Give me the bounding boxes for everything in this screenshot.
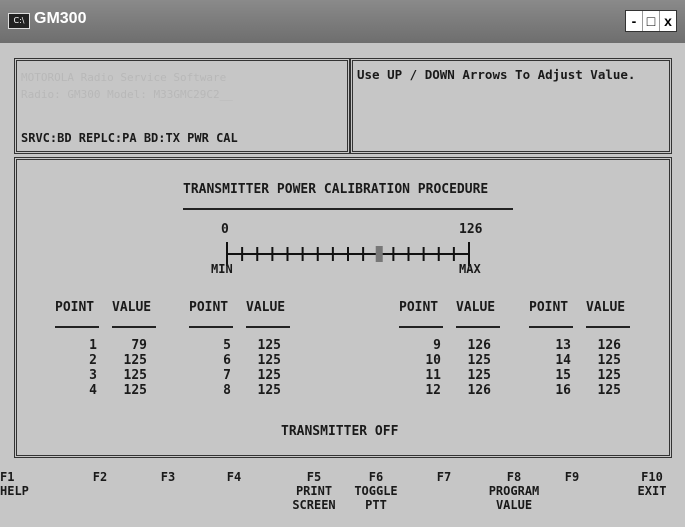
point-value[interactable]: 79 bbox=[107, 338, 147, 353]
fkey-f7[interactable]: F7 bbox=[424, 470, 464, 484]
software-title: MOTOROLA Radio Service Software bbox=[21, 71, 227, 84]
fkey-f10[interactable]: F10 EXIT bbox=[626, 470, 678, 498]
minimize-button[interactable]: - bbox=[626, 11, 643, 31]
service-status: SRVC:BD REPLC:PA BD:TX PWR CAL bbox=[21, 131, 238, 145]
col-header-value: VALUE bbox=[456, 300, 496, 315]
col-header-underline bbox=[55, 326, 99, 328]
window-title: GM300 bbox=[34, 10, 87, 27]
radio-model: Radio: GM300 Model: M33GMC29C2__ bbox=[21, 88, 233, 101]
col-header-underline bbox=[112, 326, 156, 328]
point-number: 10 bbox=[425, 353, 441, 368]
fkey-f6[interactable]: F6 TOGGLE PTT bbox=[346, 470, 406, 512]
maximize-button[interactable]: □ bbox=[643, 11, 660, 31]
fkey-label: HELP bbox=[0, 484, 29, 498]
point-number: 8 bbox=[223, 383, 231, 398]
col-header-point: POINT bbox=[529, 300, 569, 315]
scale-min-label: MIN bbox=[211, 262, 233, 276]
point-value[interactable]: 125 bbox=[241, 338, 281, 353]
point-value[interactable]: 125 bbox=[581, 383, 621, 398]
close-button[interactable]: x bbox=[660, 11, 676, 31]
fkey-key: F8 bbox=[506, 470, 522, 484]
point-value[interactable]: 125 bbox=[451, 353, 491, 368]
col-header-underline bbox=[399, 326, 443, 328]
point-value[interactable]: 125 bbox=[241, 383, 281, 398]
point-value[interactable]: 126 bbox=[451, 338, 491, 353]
point-value[interactable]: 125 bbox=[107, 383, 147, 398]
point-number: 6 bbox=[223, 353, 231, 368]
point-number: 1 bbox=[89, 338, 97, 353]
fkey-key: F9 bbox=[564, 470, 580, 484]
point-number: 4 bbox=[89, 383, 97, 398]
fkey-f4[interactable]: F4 bbox=[214, 470, 254, 484]
calibration-panel: TRANSMITTER POWER CALIBRATION PROCEDURE … bbox=[14, 157, 672, 458]
fkey-f1[interactable]: F1 HELP bbox=[0, 470, 48, 498]
scale-min-value: 0 bbox=[221, 222, 229, 237]
col-header-value: VALUE bbox=[112, 300, 152, 315]
col-header-underline bbox=[246, 326, 290, 328]
fkey-f3[interactable]: F3 bbox=[148, 470, 188, 484]
point-number: 14 bbox=[555, 353, 571, 368]
fkey-key: F2 bbox=[92, 470, 108, 484]
hint-text: Use UP / DOWN Arrows To Adjust Value. bbox=[357, 67, 636, 82]
col-header-value: VALUE bbox=[246, 300, 286, 315]
window-controls: - □ x bbox=[625, 10, 677, 32]
point-value[interactable]: 125 bbox=[581, 353, 621, 368]
col-header-underline bbox=[529, 326, 573, 328]
col-header-point: POINT bbox=[189, 300, 229, 315]
fkey-label: EXIT bbox=[637, 484, 667, 498]
scale-max-value: 126 bbox=[459, 222, 483, 237]
hint-panel: Use UP / DOWN Arrows To Adjust Value. bbox=[350, 58, 672, 154]
fkey-key: F7 bbox=[436, 470, 452, 484]
fkey-f5[interactable]: F5 PRINT SCREEN bbox=[288, 470, 340, 512]
fkey-f9[interactable]: F9 bbox=[552, 470, 592, 484]
point-number: 2 bbox=[89, 353, 97, 368]
fkey-f2[interactable]: F2 bbox=[80, 470, 120, 484]
point-value[interactable]: 126 bbox=[581, 338, 621, 353]
point-value[interactable]: 125 bbox=[581, 368, 621, 383]
point-number: 11 bbox=[425, 368, 441, 383]
console-icon: C:\ bbox=[8, 13, 30, 29]
fkey-label: TOGGLE PTT bbox=[354, 484, 398, 512]
fkey-label: PROGRAM VALUE bbox=[488, 484, 540, 512]
point-number: 3 bbox=[89, 368, 97, 383]
point-number: 12 bbox=[425, 383, 441, 398]
heading-underline bbox=[183, 208, 513, 210]
fkey-key: F4 bbox=[226, 470, 242, 484]
fkey-f8[interactable]: F8 PROGRAM VALUE bbox=[476, 470, 552, 512]
scale-max-label: MAX bbox=[459, 262, 481, 276]
col-header-value: VALUE bbox=[586, 300, 626, 315]
page-title: TRANSMITTER POWER CALIBRATION PROCEDURE bbox=[183, 182, 489, 197]
transmitter-status: TRANSMITTER OFF bbox=[281, 424, 399, 439]
fkey-key: F3 bbox=[160, 470, 176, 484]
col-header-underline bbox=[189, 326, 233, 328]
fkey-label: PRINT SCREEN bbox=[292, 484, 336, 512]
info-panel: MOTOROLA Radio Service Software Radio: G… bbox=[14, 58, 350, 154]
point-number: 5 bbox=[223, 338, 231, 353]
col-header-point: POINT bbox=[399, 300, 439, 315]
point-value[interactable]: 125 bbox=[107, 368, 147, 383]
point-number: 13 bbox=[555, 338, 571, 353]
fkey-key: F6 bbox=[368, 470, 384, 484]
point-number: 15 bbox=[555, 368, 571, 383]
point-value[interactable]: 126 bbox=[451, 383, 491, 398]
col-header-point: POINT bbox=[55, 300, 95, 315]
point-value[interactable]: 125 bbox=[107, 353, 147, 368]
fkey-key: F1 bbox=[0, 470, 15, 484]
point-number: 9 bbox=[433, 338, 441, 353]
col-header-underline bbox=[456, 326, 500, 328]
point-number: 16 bbox=[555, 383, 571, 398]
fkey-key: F10 bbox=[641, 470, 663, 484]
fkey-key: F5 bbox=[306, 470, 322, 484]
title-bar[interactable]: C:\ GM300 - □ x bbox=[0, 0, 685, 43]
point-value[interactable]: 125 bbox=[451, 368, 491, 383]
point-number: 7 bbox=[223, 368, 231, 383]
col-header-underline bbox=[586, 326, 630, 328]
scale-cursor[interactable] bbox=[375, 246, 383, 262]
point-value[interactable]: 125 bbox=[241, 368, 281, 383]
point-value[interactable]: 125 bbox=[241, 353, 281, 368]
power-level-scale[interactable] bbox=[221, 240, 481, 270]
